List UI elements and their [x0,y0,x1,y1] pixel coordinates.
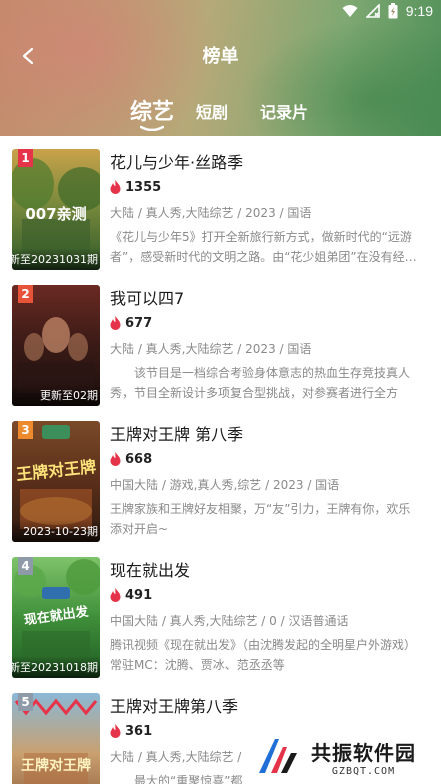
battery-icon [388,3,398,19]
list-item[interactable]: 4 现在就出发 更新至20231018期 现在就出发 491 中国大陆 / 真人… [0,545,441,681]
category-tabs: 综艺 短剧 记录片 [0,92,441,132]
item-meta: 大陆 / 真人秀,大陆综艺 / 2023 / 国语 [110,206,312,220]
heat-row: 491 [110,586,435,604]
item-info: 王牌对王牌 第八季 668 中国大陆 / 游戏,真人秀,综艺 / 2023 / … [110,423,435,539]
watermark-logo-icon [259,739,297,773]
status-time: 9:19 [405,3,433,19]
fire-icon [110,452,121,466]
poster-image[interactable]: 5 王牌对王牌 [12,693,100,784]
poster-image[interactable]: 1 007亲测 更新至20231031期 [12,149,100,270]
tab-short-drama[interactable]: 短剧 [196,99,228,123]
item-info: 花儿与少年·丝路季 1355 大陆 / 真人秀,大陆综艺 / 2023 / 国语… [110,151,435,267]
heat-value: 1355 [125,179,162,195]
tab-variety[interactable]: 综艺 [130,94,174,126]
poster-image[interactable]: 4 现在就出发 更新至20231018期 [12,557,100,678]
heat-row: 677 [110,314,435,332]
item-description: 腾讯视频《现在就出发》（由沈腾发起的全明星户外游戏）常驻MC：沈腾、贾冰、范丞丞… [110,638,417,672]
list-item[interactable]: 2 更新至02期 我可以四7 677 大陆 / 真人秀,大陆综艺 / 2023 … [0,273,441,409]
heat-value: 677 [125,315,153,331]
item-title[interactable]: 花儿与少年·丝路季 [110,151,435,175]
update-caption: 更新至02期 [40,389,98,402]
item-info: 我可以四7 677 大陆 / 真人秀,大陆综艺 / 2023 / 国语 该节目是… [110,287,435,403]
watermark-name: 共振软件园 [311,741,416,765]
poster-title-text: 王牌对王牌 [21,758,91,774]
heat-value: 668 [125,451,153,467]
item-description: 该节目是一档综合考验身体意志的热血生存竞技真人秀，节目全新设计多项复合型挑战，对… [110,366,411,400]
rank-badge: 2 [18,285,33,303]
poster-title-text: 007亲测 [25,205,87,223]
poster-image[interactable]: 3 王牌对王牌 2023-10-23期 [12,421,100,542]
title-bar: 榜单 [0,36,441,72]
item-meta: 中国大陆 / 真人秀,大陆综艺 / 0 / 汉语普通话 [110,614,349,628]
heat-value: 491 [125,587,153,603]
watermark-url: GZBQT.COM [331,766,396,777]
rank-badge: 3 [18,421,33,439]
heat-row: 668 [110,450,435,468]
tab-selected-indicator [140,125,164,131]
poster-image[interactable]: 2 更新至02期 [12,285,100,406]
item-title[interactable]: 王牌对王牌 第八季 [110,423,435,447]
update-caption: 更新至20231018期 [12,661,98,674]
fire-icon [110,588,121,602]
rank-badge: 1 [18,149,33,167]
wifi-icon [342,5,358,17]
heat-row: 1355 [110,178,435,196]
page-title: 榜单 [202,46,239,67]
fire-icon [110,180,121,194]
update-caption: 2023-10-23期 [23,525,98,538]
item-meta: 中国大陆 / 游戏,真人秀,综艺 / 2023 / 国语 [110,478,340,492]
list-item[interactable]: 1 007亲测 更新至20231031期 花儿与少年·丝路季 1355 大陆 /… [0,137,441,273]
item-description: 《花儿与少年5》打开全新旅行新方式，做新时代的“远游者”，感受新时代的文明之路。… [110,230,417,264]
list-item[interactable]: 3 王牌对王牌 2023-10-23期 王牌对王牌 第八季 668 中国大陆 /… [0,409,441,545]
update-caption: 更新至20231031期 [12,253,98,266]
item-info: 现在就出发 491 中国大陆 / 真人秀,大陆综艺 / 0 / 汉语普通话 腾讯… [110,559,435,675]
item-meta: 大陆 / 真人秀,大陆综艺 / 2023 / 国语 [110,342,312,356]
item-title[interactable]: 王牌对王牌第八季 [110,695,435,719]
tab-documentary[interactable]: 记录片 [260,99,308,123]
watermark: 共振软件园 GZBQT.COM [243,730,441,784]
item-title[interactable]: 现在就出发 [110,559,435,583]
rank-badge: 5 [18,693,33,711]
item-title[interactable]: 我可以四7 [110,287,435,311]
status-bar: 9:19 [0,0,441,24]
heat-value: 361 [125,723,153,739]
fire-icon [110,316,121,330]
item-description: 王牌家族和王牌好友相聚，万“友”引力，王牌有你，欢乐添对开启~ [110,502,411,536]
fire-icon [110,724,121,738]
signal-icon [365,4,380,18]
rank-badge: 4 [18,557,33,575]
